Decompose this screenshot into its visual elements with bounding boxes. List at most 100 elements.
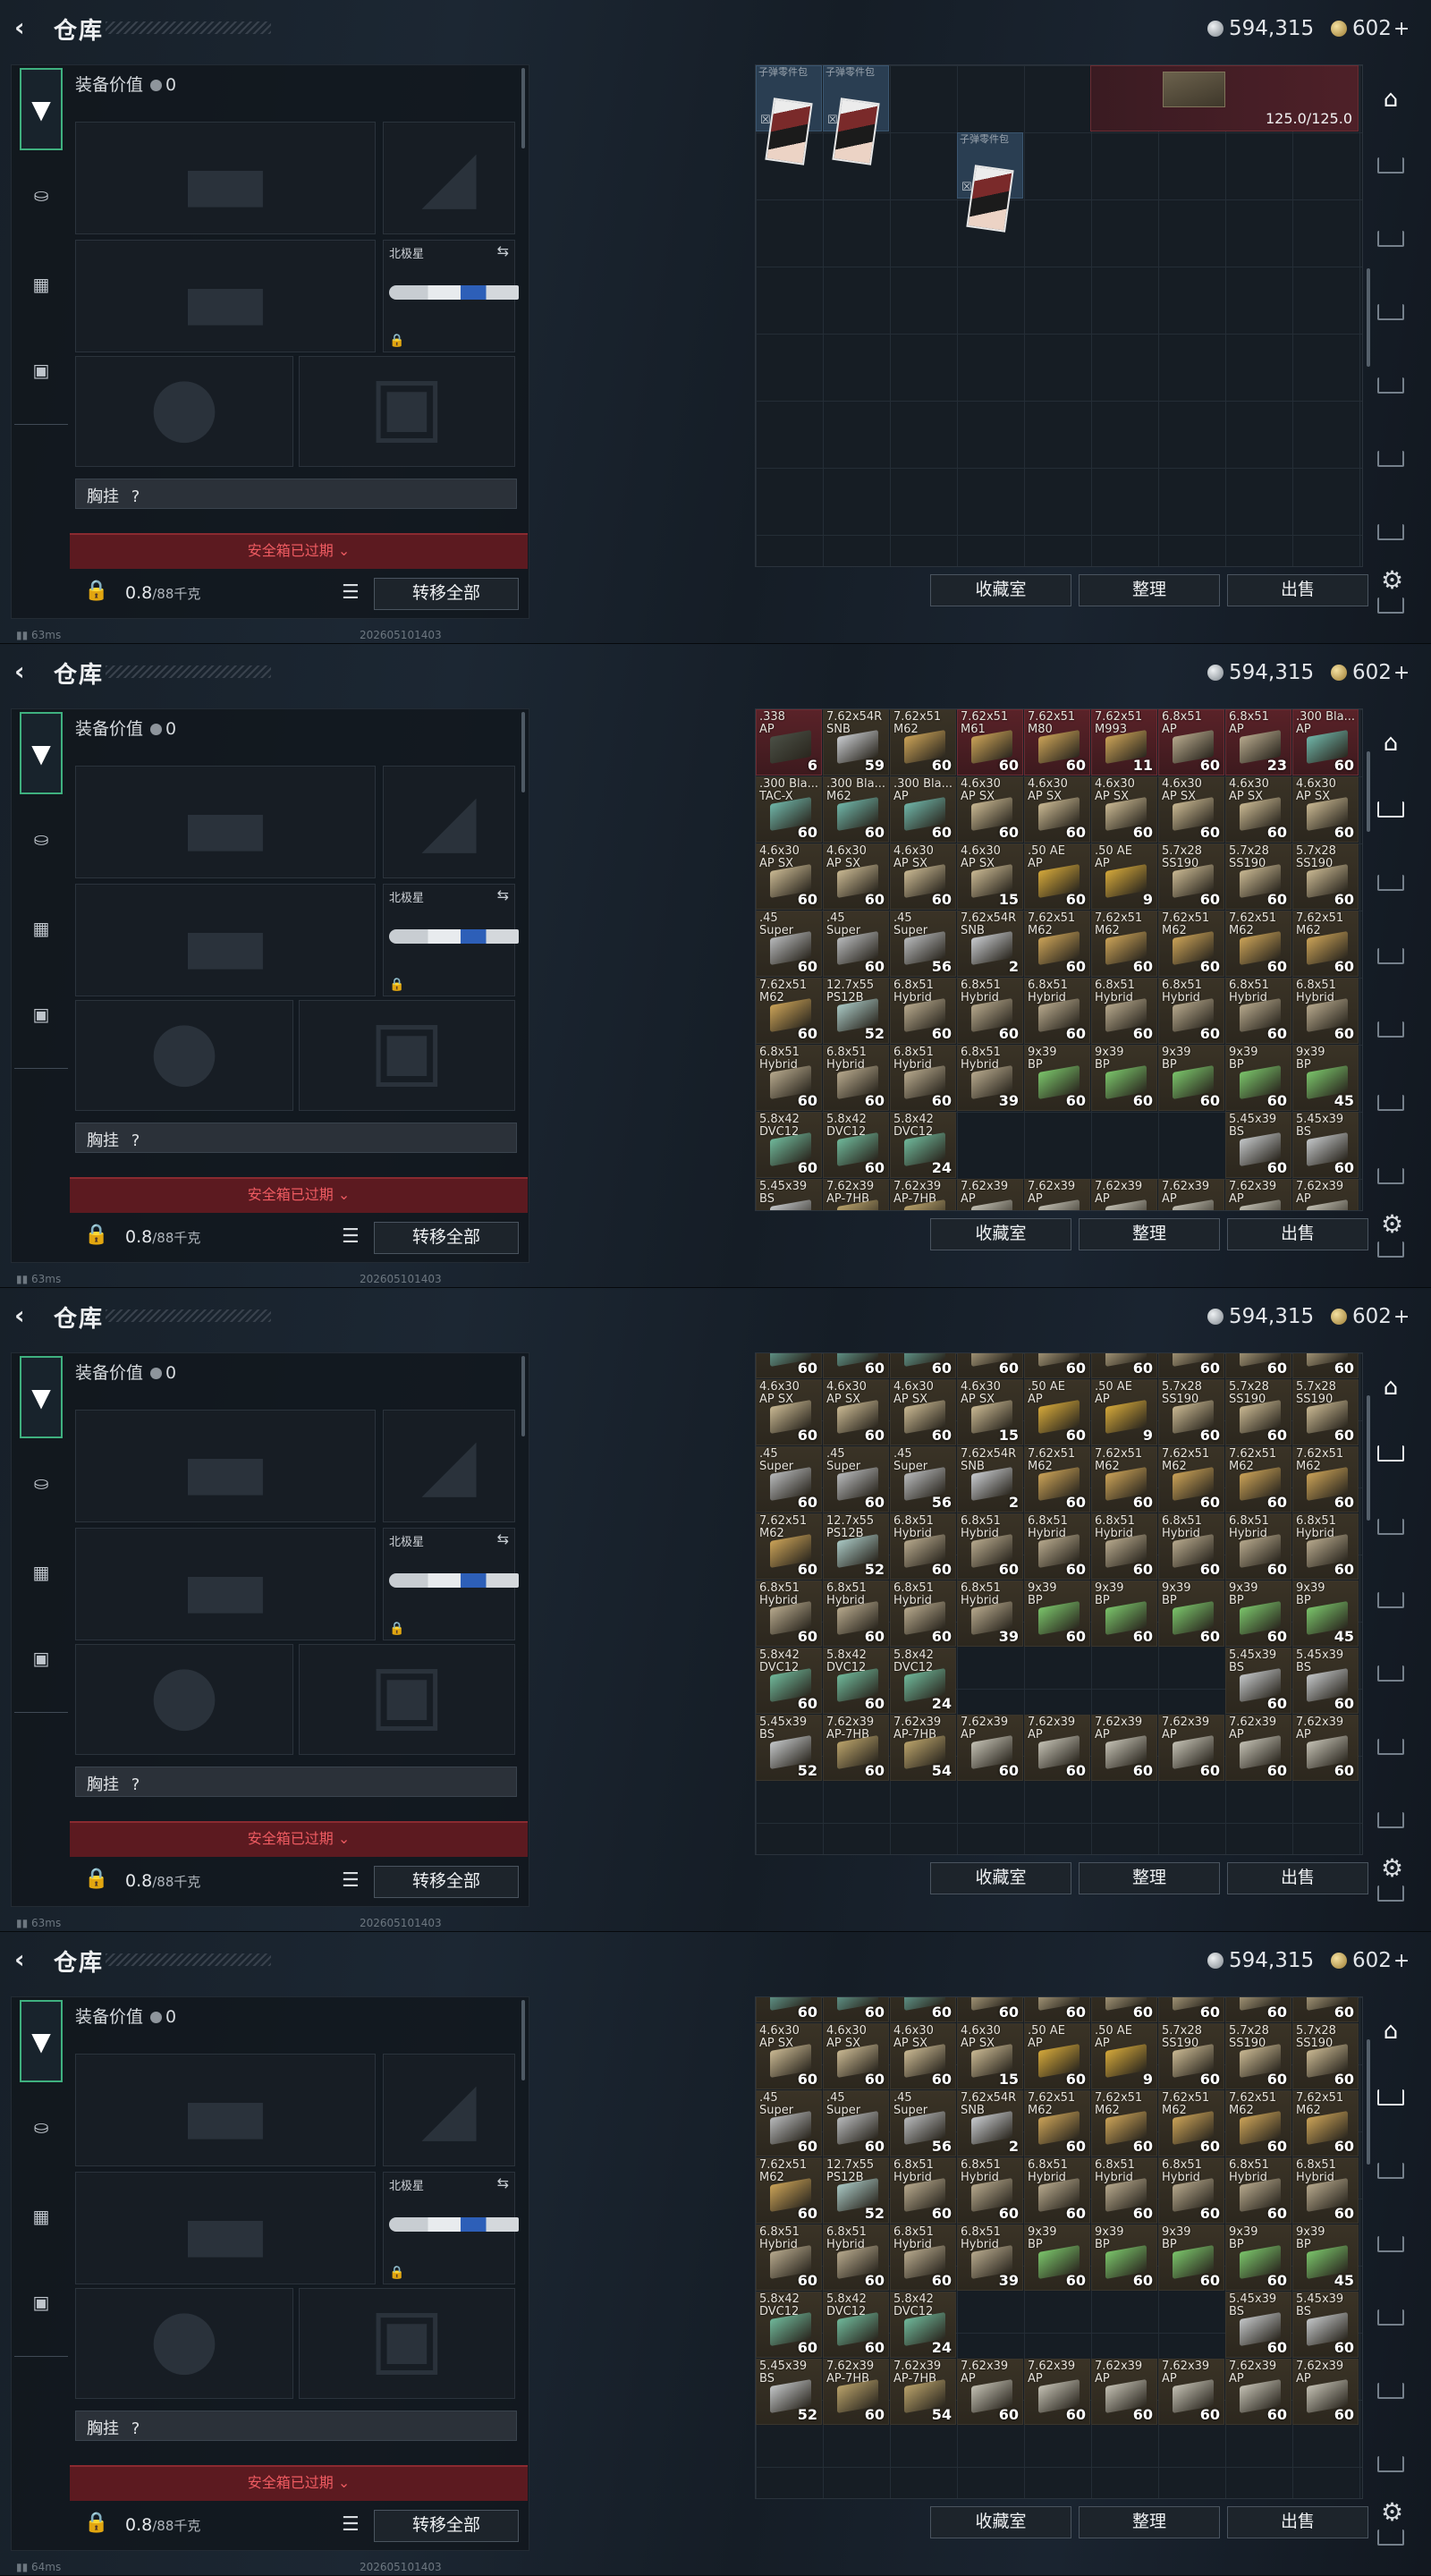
armor-slot[interactable]: ▣ xyxy=(299,1644,515,1755)
ammo-item[interactable]: 6.8x51 AP 23 xyxy=(1225,709,1291,775)
safebox-expired-banner[interactable]: 安全箱已过期 ⌄ xyxy=(70,1821,528,1857)
ammo-item[interactable]: 7.62x39AP60 xyxy=(1158,1179,1224,1210)
helmet-slot[interactable]: ● xyxy=(75,356,293,467)
organize-button[interactable]: 整理 xyxy=(1079,1862,1220,1894)
tab-backpack-icon[interactable]: ▦ xyxy=(20,2197,63,2236)
ammo-item[interactable]: 4.6x30AP SX60 xyxy=(957,776,1023,843)
ammo-item[interactable]: 6.8x51 Hybrid 60 xyxy=(1024,1513,1090,1580)
ammo-item[interactable]: 9x39 BP 60 xyxy=(1158,1580,1224,1647)
storage-page-icon[interactable] xyxy=(1376,1665,1406,1692)
ammo-item[interactable]: 4.6x30AP SX60 xyxy=(1024,776,1090,843)
ammo-crate-item[interactable]: 125.0/125.0 xyxy=(1090,65,1359,131)
storage-home-icon[interactable]: ⌂ xyxy=(1376,730,1406,757)
ammo-item[interactable]: 4.6x30AP SX60 xyxy=(823,1379,889,1445)
ammo-item[interactable]: 9x39 BP 45 xyxy=(1292,1580,1359,1647)
ammo-item[interactable]: .300 Bla...M6260 xyxy=(823,1353,889,1378)
ammo-item[interactable]: 9x39 BP 60 xyxy=(1024,2224,1090,2291)
list-icon[interactable]: ☰ xyxy=(342,1225,360,1248)
tab-armor-icon[interactable]: ⛀ xyxy=(20,2107,63,2147)
helmet-slot[interactable]: ● xyxy=(75,1644,293,1755)
ammo-item[interactable]: 7.62x51 M62 60 xyxy=(1158,911,1224,977)
gold-currency[interactable]: 602 + xyxy=(1331,660,1410,685)
transfer-all-button[interactable]: 转移全部 xyxy=(374,1866,519,1898)
ammo-item[interactable]: 9x39 BP 60 xyxy=(1225,1580,1291,1647)
melee-slot[interactable]: 北极星 ⇆ 🔒 xyxy=(383,884,519,996)
ammo-item[interactable]: 4.6x30AP SX60 xyxy=(1091,1997,1157,2022)
organize-button[interactable]: 整理 xyxy=(1079,1218,1220,1250)
secondary-weapon-slot[interactable]: ▬ xyxy=(75,240,376,352)
pistol-slot[interactable]: ◢ xyxy=(383,122,515,234)
ammo-item[interactable]: 4.6x30AP SX60 xyxy=(1292,776,1359,843)
ammo-item[interactable]: 9x39 BP 60 xyxy=(1091,1045,1157,1111)
ammo-item[interactable]: 7.62x39AP60 xyxy=(1158,1715,1224,1781)
tab-armor-icon[interactable]: ⛀ xyxy=(20,819,63,859)
ammo-item[interactable]: 7.62x39AP60 xyxy=(1024,1715,1090,1781)
tab-backpack-icon[interactable]: ▦ xyxy=(20,909,63,948)
ammo-item[interactable]: 5.45x39 BS 60 xyxy=(1292,2292,1359,2358)
ammo-item[interactable]: 7.62x54R SNB 59 xyxy=(823,709,889,775)
ammo-item[interactable]: 9x39 BP 60 xyxy=(1024,1045,1090,1111)
ammo-item[interactable]: 4.6x30AP SX60 xyxy=(890,1379,956,1445)
ammo-item[interactable]: 9x39 BP 45 xyxy=(1292,2224,1359,2291)
tab-case-icon[interactable]: ▣ xyxy=(20,2283,63,2322)
swap-icon[interactable]: ⇆ xyxy=(497,242,509,259)
ammo-item[interactable]: 5.7x28 SS190 60 xyxy=(1158,2023,1224,2089)
safebox-expired-banner[interactable]: 安全箱已过期 ⌄ xyxy=(70,1177,528,1213)
pistol-slot[interactable]: ◢ xyxy=(383,2054,515,2166)
ammo-item[interactable]: 5.7x28 SS190 60 xyxy=(1225,2023,1291,2089)
storage-page-icon[interactable] xyxy=(1376,1168,1406,1195)
storage-page-icon[interactable] xyxy=(1376,524,1406,551)
sell-button[interactable]: 出售 xyxy=(1227,1218,1368,1250)
swap-icon[interactable]: ⇆ xyxy=(497,1530,509,1547)
ammo-item[interactable]: .45 Super 60 xyxy=(823,911,889,977)
back-arrow-icon[interactable]: ‹ xyxy=(14,1946,38,1973)
ammo-item[interactable]: 7.62x51 M80 60 xyxy=(1024,709,1090,775)
ammo-item[interactable]: 4.6x30 AP SX 15 xyxy=(957,843,1023,910)
ammo-item[interactable]: 4.6x30AP SX60 xyxy=(756,843,822,910)
chest-rig-row[interactable]: 胸挂 ? xyxy=(75,1123,517,1153)
ammo-item[interactable]: 7.62x51 M62 60 xyxy=(756,978,822,1044)
ammo-parts-pack-item[interactable]: 子弹零件包 ☒ xyxy=(756,65,822,165)
ammo-item[interactable]: 4.6x30AP SX60 xyxy=(1158,776,1224,843)
helmet-slot[interactable]: ● xyxy=(75,1000,293,1111)
storage-page-icon[interactable] xyxy=(1376,377,1406,404)
ammo-item[interactable]: 12.7x55 PS12B 52 xyxy=(823,2157,889,2224)
ammo-item[interactable]: 6.8x51 Hybrid 60 xyxy=(890,978,956,1044)
storage-page-icon[interactable] xyxy=(1376,304,1406,331)
sell-button[interactable]: 出售 xyxy=(1227,2506,1368,2538)
ammo-item[interactable]: 6.8x51 Hybrid 60 xyxy=(890,2157,956,2224)
armor-slot[interactable]: ▣ xyxy=(299,2288,515,2399)
tab-weapons-icon[interactable]: ▼ xyxy=(20,1356,63,1438)
storage-page-icon[interactable] xyxy=(1376,231,1406,258)
ammo-item[interactable]: .300 Bla...M6260 xyxy=(823,1997,889,2022)
gold-currency[interactable]: 602 + xyxy=(1331,1304,1410,1329)
storage-page-icon[interactable] xyxy=(1376,1519,1406,1546)
back-arrow-icon[interactable]: ‹ xyxy=(14,658,38,685)
ammo-item[interactable]: 4.6x30AP SX60 xyxy=(1091,776,1157,843)
ammo-item[interactable]: 6.8x51 Hybrid 39 xyxy=(957,1045,1023,1111)
ammo-item[interactable]: 5.45x39BS 52 xyxy=(756,2359,822,2425)
ammo-item[interactable]: 7.62x51 M62 60 xyxy=(1225,1446,1291,1513)
ammo-item[interactable]: 7.62x54R SNB 2 xyxy=(957,2090,1023,2157)
ammo-item[interactable]: .50 AE AP 60 xyxy=(1024,1379,1090,1445)
storage-page-icon[interactable] xyxy=(1376,451,1406,478)
ammo-item[interactable]: 4.6x30AP SX60 xyxy=(957,1353,1023,1378)
storage-scrollbar[interactable] xyxy=(1367,2039,1370,2165)
ammo-item[interactable]: 5.45x39 BS 60 xyxy=(1225,1112,1291,1178)
ammo-item[interactable]: 4.6x30 AP SX 15 xyxy=(957,2023,1023,2089)
storage-scrollbar[interactable] xyxy=(1367,751,1370,832)
ammo-item[interactable]: 6.8x51 Hybrid 60 xyxy=(1225,1513,1291,1580)
ammo-item[interactable]: 6.8x51 Hybrid 60 xyxy=(1091,1513,1157,1580)
melee-slot[interactable]: 北极星 ⇆ 🔒 xyxy=(383,240,519,352)
secondary-weapon-slot[interactable]: ▬ xyxy=(75,884,376,996)
ammo-item[interactable]: 12.7x55 PS12B 52 xyxy=(823,978,889,1044)
ammo-item[interactable]: 6.8x51 Hybrid 60 xyxy=(1292,2157,1359,2224)
equipment-scrollbar[interactable] xyxy=(521,712,525,792)
safebox-expired-banner[interactable]: 安全箱已过期 ⌄ xyxy=(70,2465,528,2501)
ammo-item[interactable]: 7.62x39AP-7HB60 xyxy=(823,2359,889,2425)
sell-button[interactable]: 出售 xyxy=(1227,1862,1368,1894)
ammo-item[interactable]: .300 Bla...TAC-X60 xyxy=(756,776,822,843)
list-icon[interactable]: ☰ xyxy=(342,2513,360,2536)
sell-button[interactable]: 出售 xyxy=(1227,574,1368,606)
storage-page-icon[interactable] xyxy=(1376,597,1406,624)
